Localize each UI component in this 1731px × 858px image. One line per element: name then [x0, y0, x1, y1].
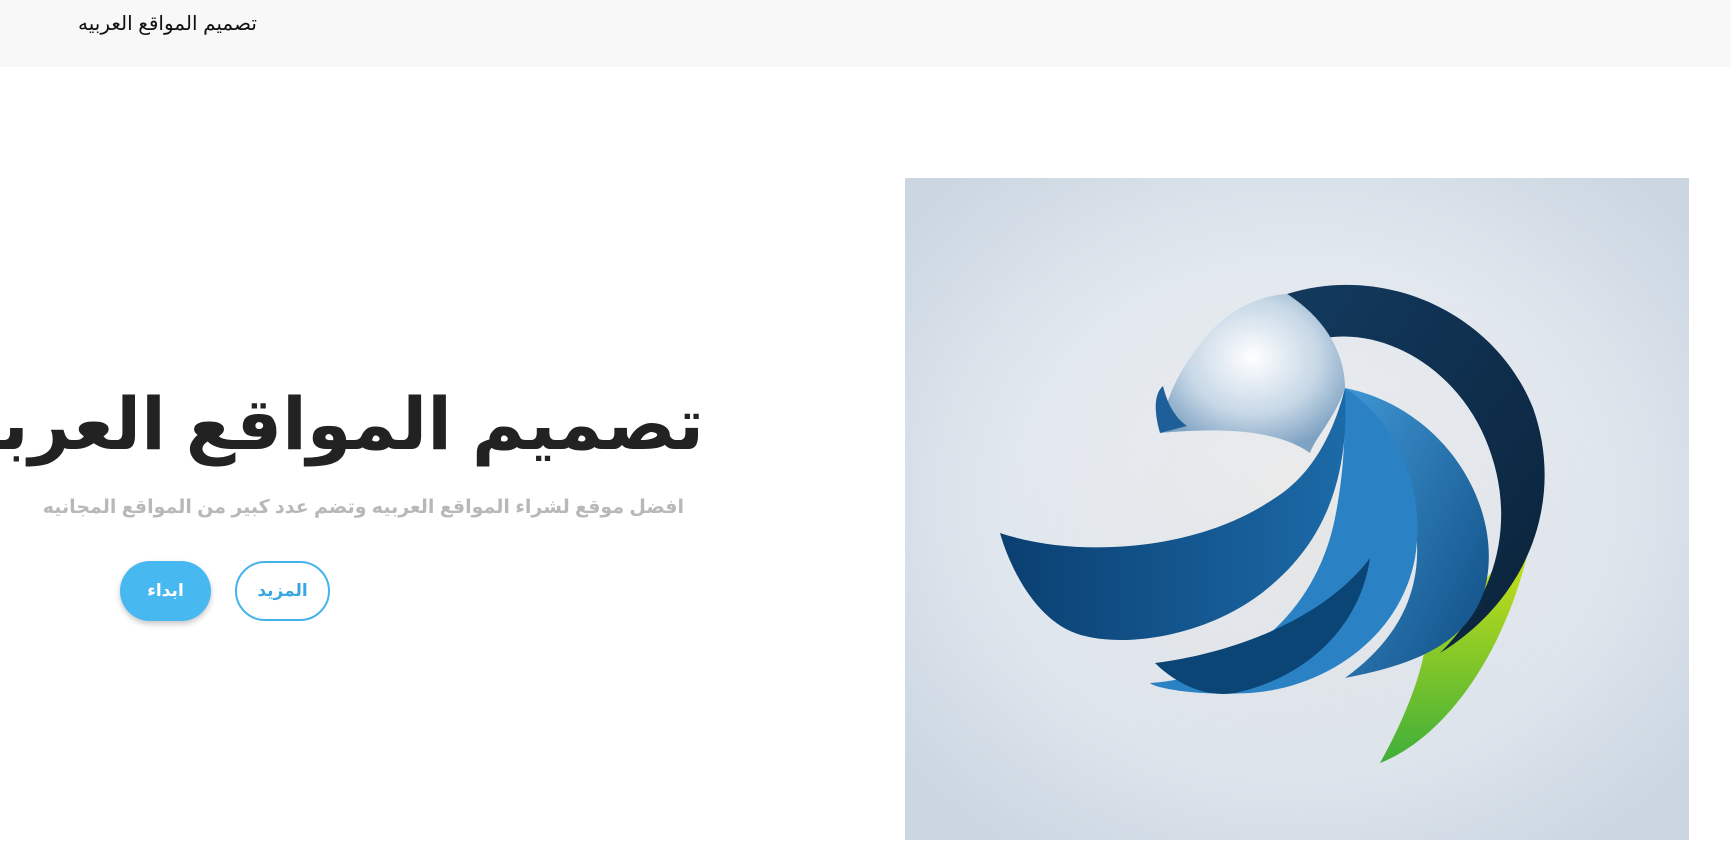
bird-logo-icon	[905, 178, 1689, 840]
brand-link[interactable]: تصميم المواقع العربيه	[78, 11, 257, 36]
more-button[interactable]: المزيد	[235, 561, 330, 621]
hero-title: تصميم المواقع العربيه	[0, 385, 704, 465]
start-button[interactable]: ابداء	[120, 561, 211, 621]
hero-subtitle: افضل موقع لشراء المواقع العربيه وتضم عدد…	[42, 497, 684, 518]
hero-image	[905, 178, 1689, 840]
top-navbar: تصميم المواقع العربيه	[0, 0, 1731, 67]
more-button-label: المزيد	[257, 581, 308, 600]
start-button-label: ابداء	[147, 581, 184, 600]
